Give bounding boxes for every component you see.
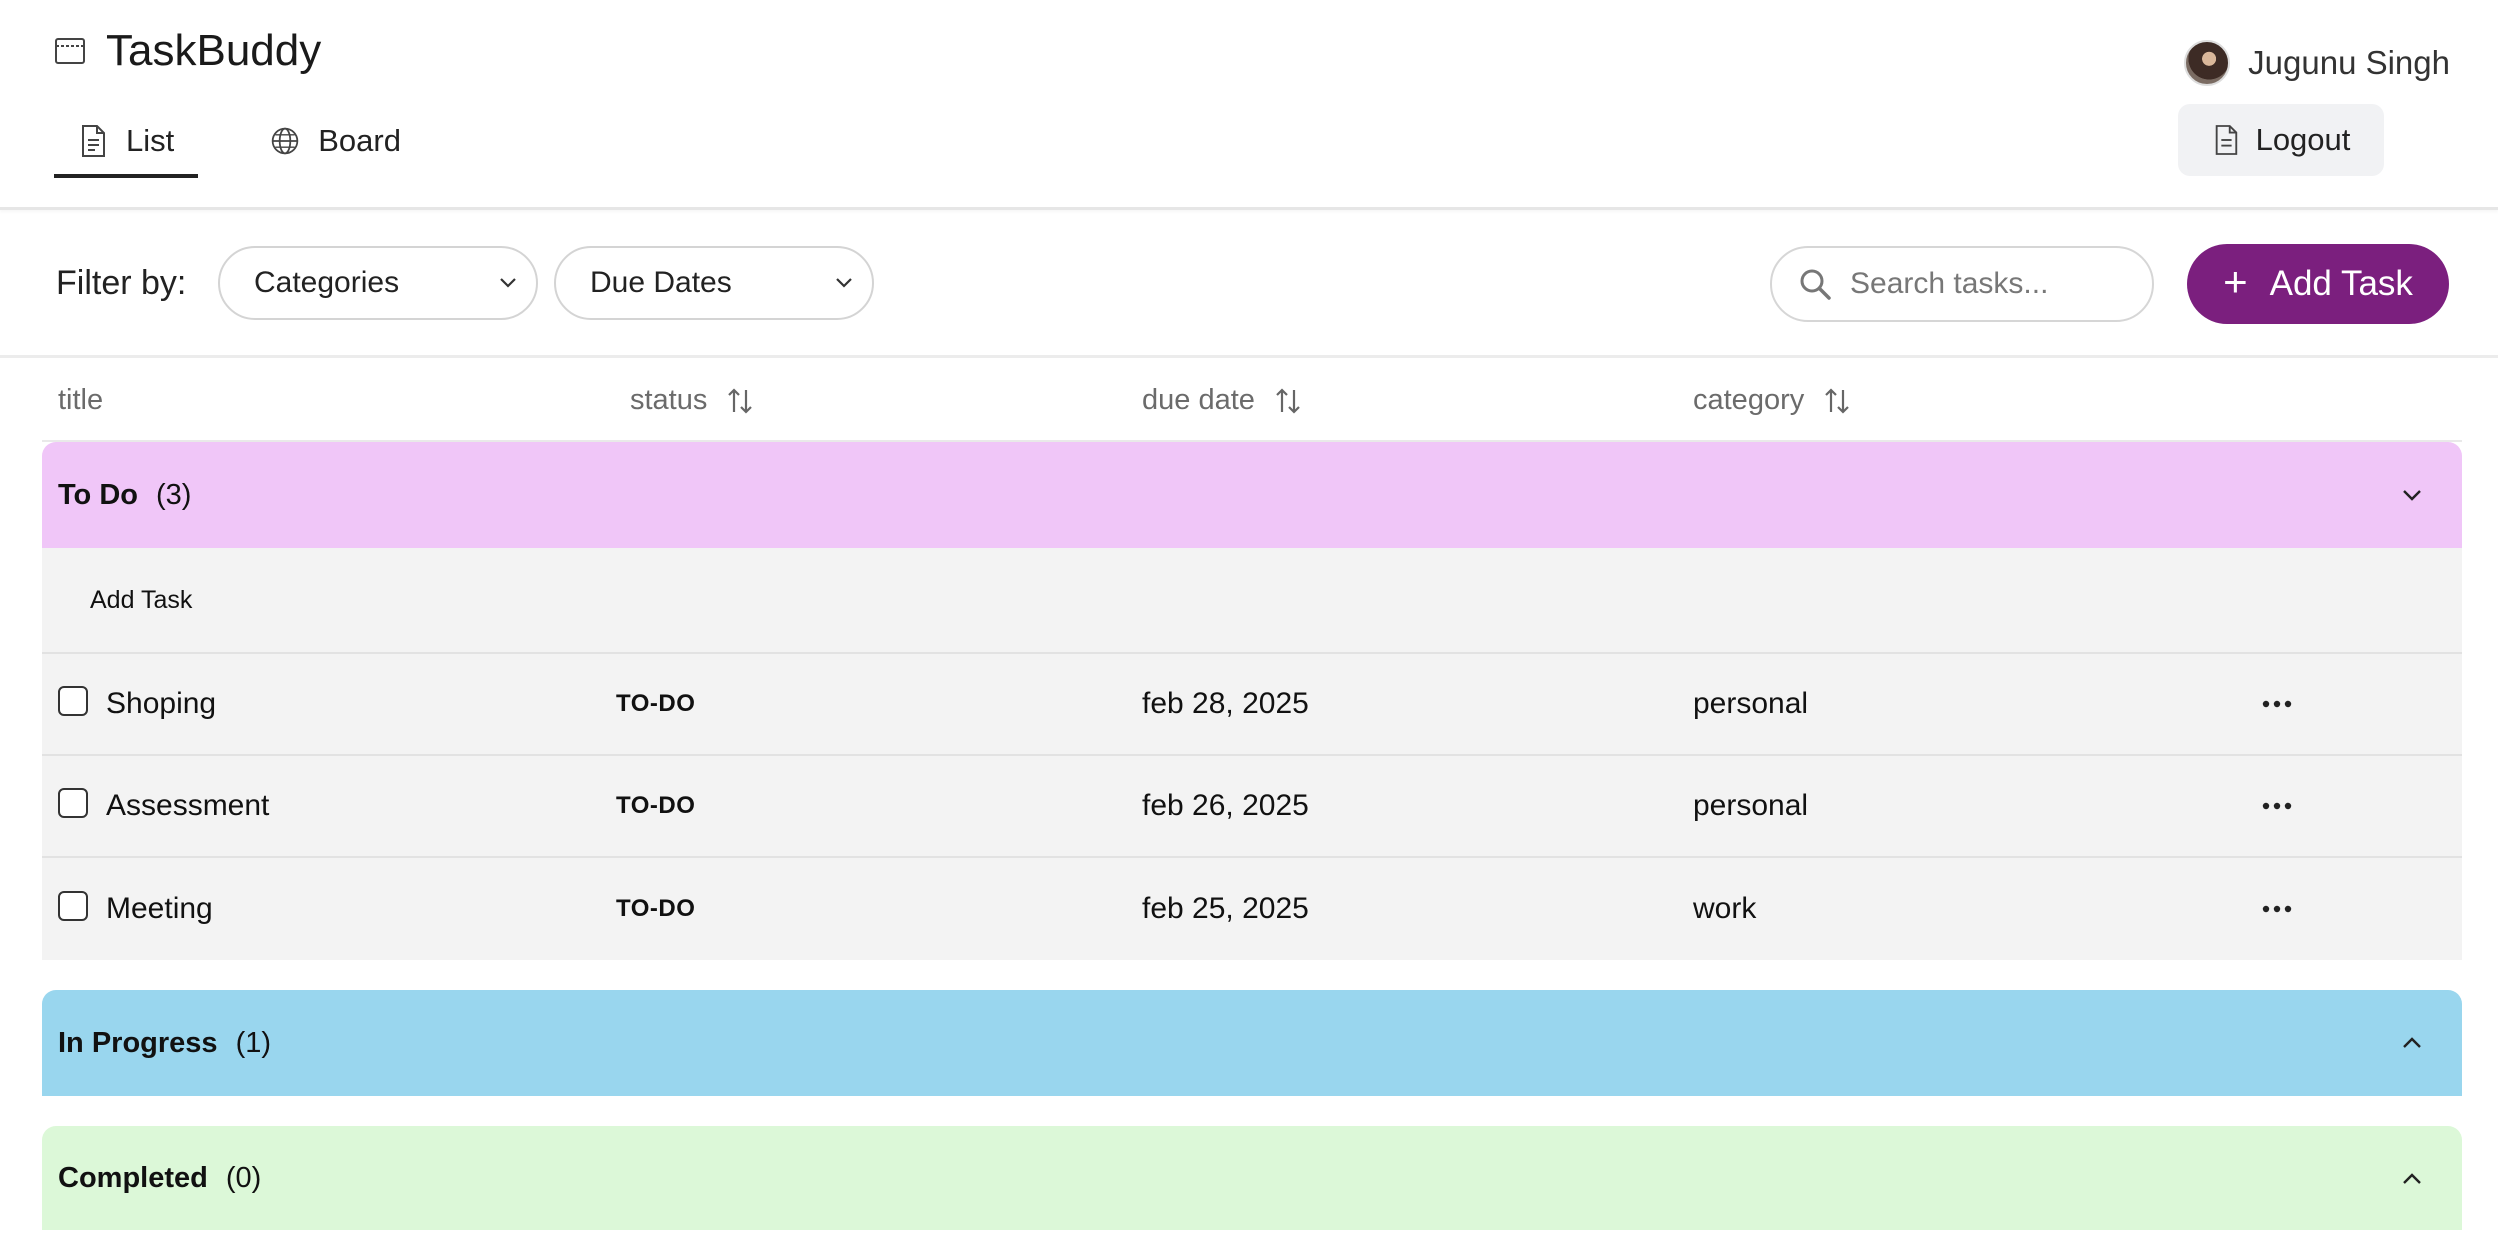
add-task-label: Add Task [2269, 264, 2413, 303]
task-checkbox[interactable] [58, 788, 88, 818]
avatar[interactable] [2184, 40, 2231, 86]
task-title: Meeting [106, 892, 213, 925]
add-task-button[interactable]: + Add Task [2187, 244, 2449, 324]
section-completed-count: (0) [225, 1161, 262, 1194]
more-options-icon[interactable] [2262, 756, 2292, 856]
due-dates-select-value: Due Dates [590, 266, 732, 299]
inline-add-task-label: Add Task [90, 585, 193, 614]
section-todo-name: To Do [58, 478, 138, 511]
task-due-date: feb 25, 2025 [1142, 892, 1309, 925]
column-header-category[interactable]: category [1693, 384, 1852, 417]
column-due-date-label: due date [1142, 384, 1255, 416]
task-category: personal [1693, 687, 1809, 720]
column-headers: title status due date category [42, 362, 2462, 442]
section-todo-header[interactable]: To Do (3) [42, 442, 2462, 548]
chevron-down-icon [500, 278, 516, 288]
column-category-label: category [1693, 384, 1805, 416]
document-icon [82, 125, 105, 157]
task-title-cell: Assessment [58, 756, 269, 856]
task-category: personal [1693, 789, 1809, 822]
column-status-label: status [630, 384, 708, 416]
task-status: TO-DO [616, 690, 696, 717]
categories-select[interactable]: Categories [218, 246, 538, 320]
app-title: TaskBuddy [54, 26, 321, 76]
sort-icon[interactable] [1273, 386, 1303, 416]
task-title: Assessment [106, 789, 270, 822]
chevron-down-icon[interactable] [2402, 488, 2422, 502]
more-options-icon[interactable] [2262, 858, 2292, 960]
table-row[interactable]: Assessment TO-DO feb 26, 2025 personal [42, 756, 2462, 858]
due-dates-select[interactable]: Due Dates [554, 246, 874, 320]
task-table: title status due date category To Do (3)… [42, 362, 2462, 1230]
task-due-date: feb 26, 2025 [1142, 789, 1309, 822]
section-in-progress-name: In Progress [58, 1026, 218, 1059]
search-input[interactable] [1850, 267, 2140, 301]
task-status: TO-DO [616, 792, 696, 819]
app-title-text: TaskBuddy [106, 26, 322, 75]
user-profile[interactable]: Jugunu Singh [2184, 40, 2450, 86]
column-header-title: title [58, 384, 103, 417]
task-status: TO-DO [616, 895, 696, 922]
column-header-due-date[interactable]: due date [1142, 384, 1303, 417]
section-todo-count: (3) [156, 478, 192, 511]
table-row[interactable]: Shoping TO-DO feb 28, 2025 personal [42, 654, 2462, 756]
sort-icon[interactable] [725, 386, 755, 416]
task-title-cell: Shoping [58, 654, 216, 754]
tab-board-label: Board [318, 123, 401, 158]
task-checkbox[interactable] [58, 891, 88, 921]
search-icon [1800, 269, 1831, 300]
top-header: TaskBuddy List Board Jugunu Singh Logout [0, 0, 2498, 210]
logout-button[interactable]: Logout [2178, 104, 2384, 176]
more-options-icon[interactable] [2262, 654, 2292, 754]
column-header-status[interactable]: status [630, 384, 755, 417]
table-row[interactable]: Meeting TO-DO feb 25, 2025 work [42, 858, 2462, 960]
user-name: Jugunu Singh [2248, 44, 2450, 81]
tab-board[interactable]: Board [246, 110, 425, 172]
section-in-progress-count: (1) [235, 1026, 272, 1059]
logout-label: Logout [2255, 122, 2351, 157]
tab-list-label: List [126, 123, 175, 158]
plus-icon: + [2223, 258, 2248, 305]
sort-icon[interactable] [1822, 386, 1852, 416]
window-icon [55, 38, 85, 64]
todo-task-list: Shoping TO-DO feb 28, 2025 personal Asse… [42, 654, 2462, 960]
task-title: Shoping [106, 687, 217, 720]
tab-list[interactable]: List [54, 110, 199, 178]
section-completed-name: Completed [58, 1161, 208, 1194]
column-title-label: title [58, 384, 104, 416]
chevron-down-icon [836, 278, 852, 288]
chevron-up-icon[interactable] [2402, 1172, 2422, 1186]
task-category: work [1693, 892, 1757, 925]
task-checkbox[interactable] [58, 686, 88, 716]
filter-label: Filter by: [56, 264, 187, 302]
inline-add-task[interactable]: Add Task [42, 548, 2462, 654]
search-box[interactable] [1770, 246, 2154, 322]
task-title-cell: Meeting [58, 858, 213, 960]
section-completed-header[interactable]: Completed (0) [42, 1126, 2462, 1230]
view-tabs: List Board [54, 110, 425, 178]
logout-icon [2215, 125, 2237, 155]
section-in-progress-header[interactable]: In Progress (1) [42, 990, 2462, 1096]
task-due-date: feb 28, 2025 [1142, 687, 1309, 720]
categories-select-value: Categories [254, 266, 400, 299]
globe-icon [272, 127, 299, 155]
filter-bar: Filter by: Categories Due Dates + Add Ta… [0, 210, 2498, 358]
chevron-up-icon[interactable] [2402, 1036, 2422, 1050]
